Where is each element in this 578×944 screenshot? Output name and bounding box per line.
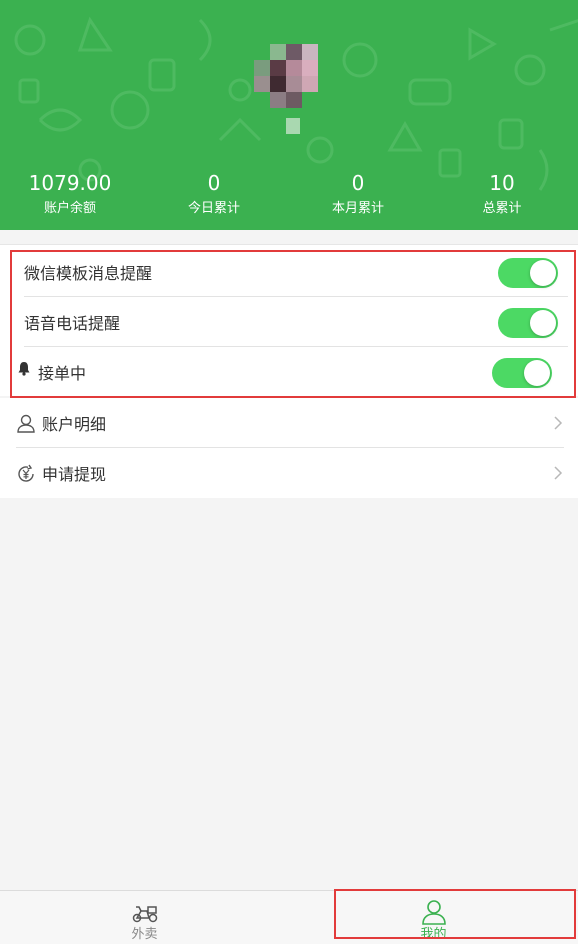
wechat-template-toggle[interactable] — [498, 258, 558, 288]
stat-value: 1079.00 — [28, 171, 112, 195]
chevron-right-icon — [554, 466, 563, 480]
scooter-icon — [132, 906, 158, 923]
voice-call-toggle[interactable] — [498, 308, 558, 338]
stat-value: 0 — [351, 171, 365, 195]
profile-header: 1079.00 账户余额 0 今日累计 0 本月累计 10 总累计 — [0, 0, 578, 230]
setting-row-accepting-orders: 接单中 — [18, 347, 572, 397]
tab-label: 外卖 — [131, 927, 158, 942]
tab-mine[interactable]: 我的 — [289, 891, 578, 944]
bottom-tab-bar: 外卖 我的 — [0, 890, 578, 944]
accepting-orders-toggle[interactable] — [492, 358, 552, 388]
tab-takeout[interactable]: 外卖 — [0, 891, 289, 944]
stat-label: 总累计 — [482, 201, 522, 216]
account-menu: 账户明细 申请提现 — [0, 398, 578, 498]
setting-label: 语音电话提醒 — [24, 314, 121, 333]
notification-settings: 微信模板消息提醒 语音电话提醒 接单中 — [0, 244, 578, 396]
menu-item-account-details[interactable]: 账户明细 — [0, 398, 578, 448]
stat-label: 本月累计 — [331, 201, 384, 216]
toggle-knob — [530, 260, 556, 286]
stat-month: 0 本月累计 — [286, 170, 430, 218]
setting-row-voice-call: 语音电话提醒 — [24, 297, 578, 347]
menu-item-label: 账户明细 — [42, 415, 107, 434]
stat-today: 0 今日累计 — [142, 170, 286, 218]
toggle-knob — [530, 310, 556, 336]
chevron-right-icon — [554, 416, 563, 430]
setting-row-wechat-template: 微信模板消息提醒 — [24, 247, 578, 297]
stat-label: 账户余额 — [43, 201, 96, 216]
yen-withdraw-icon — [18, 464, 34, 482]
setting-label: 微信模板消息提醒 — [24, 264, 153, 283]
menu-item-withdraw[interactable]: 申请提现 — [0, 448, 578, 498]
setting-label: 接单中 — [38, 364, 87, 383]
stat-value: 10 — [489, 171, 515, 195]
tab-label: 我的 — [420, 927, 447, 942]
bell-icon — [18, 362, 30, 376]
stat-balance: 1079.00 账户余额 — [0, 170, 142, 218]
avatar[interactable] — [254, 44, 318, 108]
user-icon — [17, 414, 35, 433]
stat-total: 10 总累计 — [430, 170, 574, 218]
stat-label: 今日累计 — [187, 201, 240, 216]
stat-value: 0 — [207, 171, 221, 195]
toggle-knob — [524, 360, 550, 386]
user-icon — [422, 900, 446, 925]
menu-item-label: 申请提现 — [42, 465, 107, 484]
avatar-badge — [286, 118, 300, 134]
